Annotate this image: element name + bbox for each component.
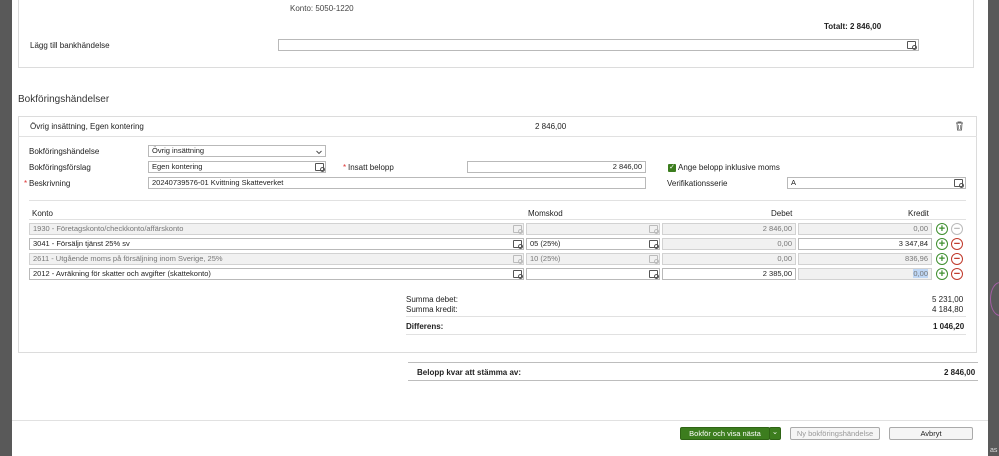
divider <box>406 334 966 335</box>
lookup-icon <box>513 225 523 234</box>
row-konto: 2611 - Utgående moms på försäljning inom… <box>29 253 524 265</box>
differens-label: Differens: <box>406 322 444 331</box>
inkl-moms-checkbox[interactable]: ✓ <box>668 164 676 172</box>
row-momskod: 10 (25%) <box>526 253 660 265</box>
required-mark: * <box>24 179 28 188</box>
cancel-button[interactable]: Avbryt <box>889 427 973 440</box>
lookup-icon[interactable] <box>513 240 523 249</box>
lookup-icon[interactable] <box>649 270 659 279</box>
background-fragment: as <box>990 447 998 454</box>
add-row-button[interactable]: + <box>936 253 948 265</box>
account-line: Konto: 5050-1220 <box>290 4 354 13</box>
row-kredit[interactable]: 0,00 <box>798 268 932 280</box>
remaining-value: 2 846,00 <box>944 368 976 377</box>
divider <box>29 200 966 201</box>
new-event-button: Ny bokföringshändelse <box>790 427 880 440</box>
divider <box>408 380 978 381</box>
verifikationsserie-label: Verifikationsserie <box>667 179 728 188</box>
row-kredit: 0,00 <box>798 223 932 235</box>
bokforingshandelse-select[interactable]: Övrig insättning <box>148 145 326 157</box>
lookup-icon[interactable] <box>513 270 523 279</box>
col-header-momskod: Momskod <box>528 209 563 218</box>
insatt-belopp-input[interactable]: 2 846,00 <box>467 161 646 173</box>
row-kredit[interactable]: 3 347,84 <box>798 238 932 250</box>
add-bank-event-label: Lägg till bankhändelse <box>30 41 110 50</box>
row-momskod[interactable] <box>526 268 660 280</box>
remove-row-button[interactable]: − <box>951 238 963 250</box>
remove-row-button: − <box>951 223 963 235</box>
row-debet[interactable]: 2 385,00 <box>662 268 796 280</box>
row-momskod[interactable]: 05 (25%) <box>526 238 660 250</box>
differens-value: 1 046,20 <box>933 322 965 331</box>
add-row-button[interactable]: + <box>936 268 948 280</box>
divider <box>29 219 966 220</box>
add-row-button[interactable]: + <box>936 223 948 235</box>
row-konto[interactable]: 2012 - Avräkning för skatter och avgifte… <box>29 268 524 280</box>
row-debet[interactable]: 0,00 <box>662 238 796 250</box>
book-and-show-next-button[interactable]: Bokför och visa nästa <box>680 427 770 440</box>
col-header-kredit: Kredit <box>908 209 929 218</box>
row-konto: 1930 - Företagskonto/checkkonto/affärsko… <box>29 223 524 235</box>
bokforingsforslag-label: Bokföringsförslag <box>29 163 91 172</box>
add-bank-event-input[interactable] <box>278 39 919 51</box>
divider <box>18 136 977 137</box>
lookup-icon[interactable] <box>907 41 917 50</box>
divider <box>406 316 966 317</box>
lookup-icon[interactable] <box>315 163 325 172</box>
summa-debet-label: Summa debet: <box>406 295 459 304</box>
row-momskod <box>526 223 660 235</box>
row-kredit: 836,96 <box>798 253 932 265</box>
bank-event-panel <box>18 0 974 68</box>
section-title: Bokföringshändelser <box>18 94 110 105</box>
event-header-label[interactable]: Övrig insättning, Egen kontering <box>30 122 144 132</box>
lookup-icon <box>649 225 659 234</box>
lookup-icon <box>513 255 523 264</box>
divider <box>408 362 978 363</box>
selected-text: 0,00 <box>913 269 928 278</box>
beskrivning-label: Beskrivning <box>29 179 71 188</box>
row-konto[interactable]: 3041 - Försäljn tjänst 25% sv <box>29 238 524 250</box>
bokforingshandelse-label: Bokföringshändelse <box>29 147 100 156</box>
lookup-icon <box>649 255 659 264</box>
trash-icon[interactable] <box>955 121 964 131</box>
remove-row-button[interactable]: − <box>951 268 963 280</box>
dialog: Konto: 5050-1220 Totalt: 2 846,00 Lägg t… <box>12 0 988 456</box>
remove-row-button[interactable]: − <box>951 253 963 265</box>
col-header-debet: Debet <box>771 209 793 218</box>
insatt-belopp-label: Insatt belopp <box>348 163 394 172</box>
row-debet: 0,00 <box>662 253 796 265</box>
beskrivning-input[interactable]: 20240739576-01 Kvittning Skatteverket <box>148 177 646 189</box>
remaining-label: Belopp kvar att stämma av: <box>417 368 522 377</box>
chevron-down-icon[interactable]: ⌄ <box>769 427 781 440</box>
row-debet: 2 846,00 <box>662 223 796 235</box>
bokforingsforslag-input[interactable]: Egen kontering <box>148 161 326 173</box>
required-mark: * <box>343 163 347 172</box>
event-header-amount: 2 846,00 <box>535 122 567 131</box>
summa-kredit-label: Summa kredit: <box>406 305 458 314</box>
summa-debet-value: 5 231,00 <box>932 295 964 304</box>
chevron-down-icon <box>316 148 322 155</box>
verifikationsserie-input[interactable]: A <box>787 177 966 189</box>
add-row-button[interactable]: + <box>936 238 948 250</box>
col-header-konto: Konto <box>32 209 53 218</box>
total-value: 2 846,00 <box>850 22 882 31</box>
lookup-icon[interactable] <box>954 179 964 188</box>
total-label: Totalt: <box>824 22 848 31</box>
inkl-moms-label: Ange belopp inklusive moms <box>678 163 780 172</box>
lookup-icon[interactable] <box>649 240 659 249</box>
background-circle-icon <box>990 282 999 316</box>
summa-kredit-value: 4 184,80 <box>932 305 964 314</box>
footer-divider <box>12 420 988 421</box>
